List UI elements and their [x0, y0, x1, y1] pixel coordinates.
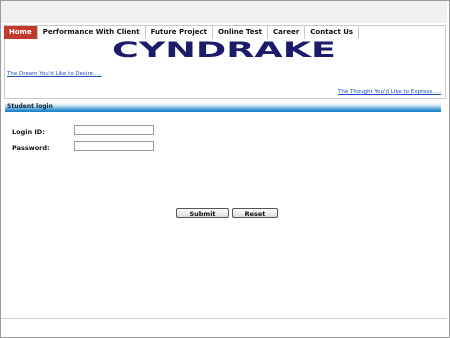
submit-button[interactable]: Submit [176, 208, 229, 218]
top-band [1, 1, 447, 23]
student-login-bar: Student login [5, 102, 441, 112]
section-title: Student login [7, 103, 53, 110]
password-label: Password: [12, 144, 50, 152]
nav-item-online-test[interactable]: Online Test [213, 26, 269, 39]
nav-item-contact-us[interactable]: Contact Us [305, 26, 360, 39]
password-input[interactable] [74, 141, 154, 151]
nav-item-performance-with-client[interactable]: Performance With Client [37, 26, 146, 39]
cyndrake-logo: CYNDRAKE [112, 39, 336, 61]
footer-divider [1, 318, 447, 319]
nav-item-career[interactable]: Career [268, 26, 306, 39]
login-id-label: Login ID: [12, 128, 45, 136]
nav-item-future-project[interactable]: Future Project [145, 26, 214, 39]
main-nav: Home Performance With Client Future Proj… [4, 26, 360, 39]
reset-button[interactable]: Reset [232, 208, 278, 218]
login-id-input[interactable] [74, 125, 154, 135]
nav-item-home[interactable]: Home [4, 26, 38, 39]
tagline-left-link[interactable]: The Dream You'd Like to Desire..... [7, 71, 102, 77]
logo-text: CYNDRAKE [112, 39, 336, 61]
tagline-right-link[interactable]: The Thought You'd Like to Express..... [338, 89, 441, 95]
